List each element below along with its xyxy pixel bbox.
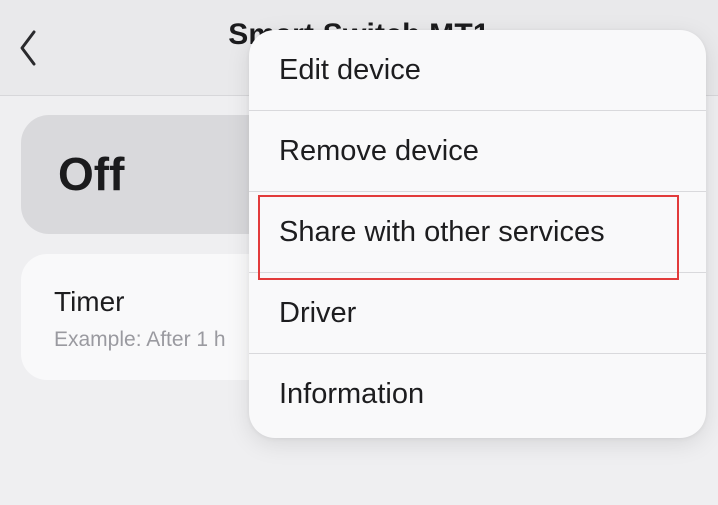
timer-title: Timer [54,286,125,317]
menu-item-share-with-other-services[interactable]: Share with other services [249,192,706,273]
menu-item-label: Driver [279,296,357,329]
screen: Smart Switch MT1 Off Timer Example: Afte… [0,0,718,505]
timer-subtitle: Example: After 1 h [54,328,226,351]
context-menu: Edit device Remove device Share with oth… [249,30,706,438]
menu-item-information[interactable]: Information [249,354,706,435]
menu-item-driver[interactable]: Driver [249,273,706,354]
bottom-area [0,438,718,505]
menu-item-label: Information [279,378,425,410]
device-state-label: Off [58,148,125,200]
menu-item-edit-device[interactable]: Edit device [249,30,706,111]
menu-item-label: Share with other services [279,215,605,248]
menu-item-remove-device[interactable]: Remove device [249,111,706,192]
menu-item-label: Remove device [279,134,479,167]
menu-item-label: Edit device [279,53,421,86]
